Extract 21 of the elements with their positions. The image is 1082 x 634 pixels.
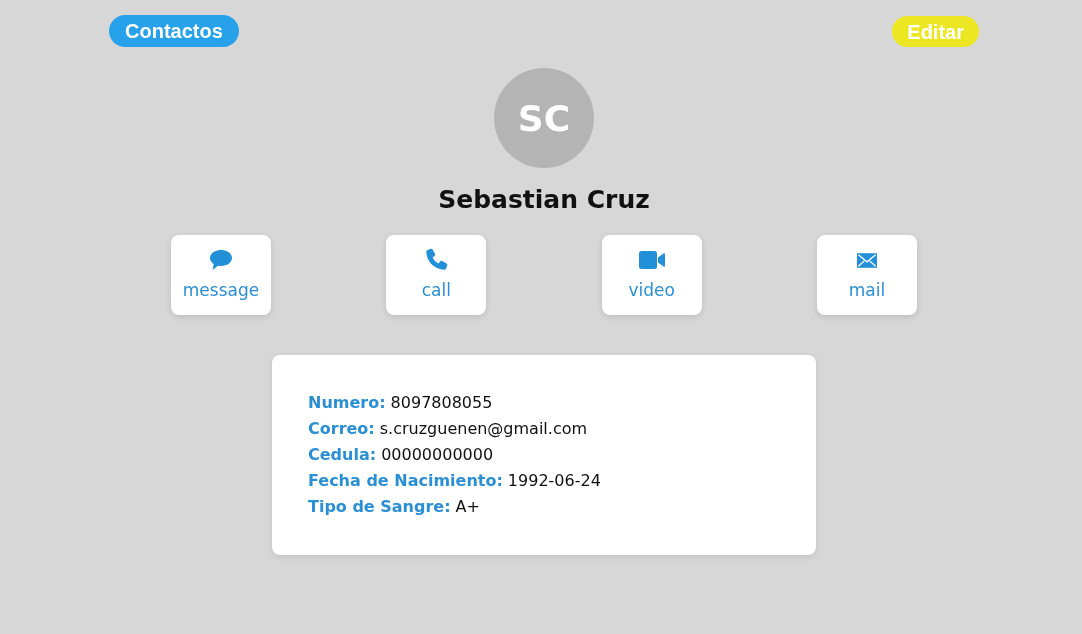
envelope-icon (857, 252, 877, 268)
contacts-button[interactable]: Contactos (109, 15, 239, 47)
action-button[interactable]: mail (817, 235, 917, 315)
field-value: 00000000000 (381, 444, 494, 466)
speech-bubble-icon (210, 250, 232, 270)
field-value: A+ (455, 496, 480, 518)
field-label: Fecha de Nacimiento: (308, 470, 503, 492)
contact-name: Sebastian Cruz (438, 184, 650, 216)
phone-icon (424, 248, 449, 272)
field-value: 8097808055 (390, 392, 493, 414)
field-label: Cedula: (308, 444, 377, 466)
field-label: Numero: (308, 392, 386, 414)
action-button[interactable]: call (386, 235, 487, 315)
field-label: Correo: (308, 418, 375, 440)
action-button[interactable]: video (601, 235, 702, 315)
avatar-initials: SC (494, 68, 594, 168)
field-label: Tipo de Sangre: (308, 496, 451, 518)
action-button[interactable]: message (171, 235, 271, 315)
field-value: 1992-06-24 (507, 470, 601, 492)
video-camera-icon (638, 251, 665, 269)
field-value: s.cruzguenen@gmail.com (379, 418, 588, 440)
